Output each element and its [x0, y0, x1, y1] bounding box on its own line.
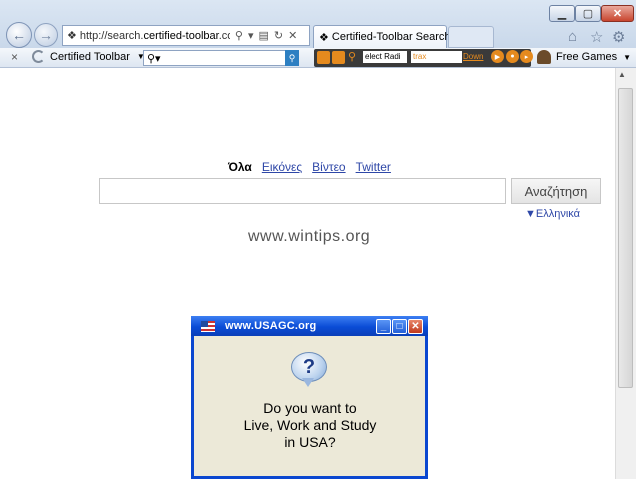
- site-icon: ❖: [67, 30, 77, 42]
- radio-download-link[interactable]: Down: [463, 51, 483, 63]
- scroll-up-icon[interactable]: ▲: [618, 70, 626, 79]
- search-icon[interactable]: ⚲: [235, 29, 243, 42]
- certified-logo-icon: [32, 50, 45, 63]
- scrollbar-thumb[interactable]: [618, 88, 633, 388]
- popup-message: Do you want to Live, Work and Study in U…: [228, 400, 392, 451]
- popup-window: [191, 316, 428, 479]
- toolbar-search-input[interactable]: ⚲▾: [143, 50, 298, 66]
- next-icon[interactable]: ▸: [520, 50, 533, 63]
- popup-message-line: in USA?: [284, 434, 336, 450]
- tab-twitter[interactable]: Twitter: [356, 160, 391, 174]
- compat-icon[interactable]: ▤: [258, 29, 268, 42]
- address-url[interactable]: http://search.certified-toolbar.com/?si: [80, 30, 230, 42]
- search-input[interactable]: [99, 178, 506, 204]
- refresh-icon[interactable]: ↻: [274, 29, 283, 42]
- search-button[interactable]: Αναζήτηση: [511, 178, 601, 204]
- maximize-button[interactable]: ▢: [575, 5, 601, 22]
- usa-flag-icon: [201, 320, 215, 332]
- radio-logo-icon[interactable]: [317, 51, 330, 64]
- back-button[interactable]: ←: [6, 22, 32, 48]
- question-bubble-tail: [302, 378, 314, 387]
- free-games-menu[interactable]: Free Games ▼: [537, 50, 631, 64]
- record-icon[interactable]: ●: [506, 50, 519, 63]
- gear-icon[interactable]: ⚙: [612, 28, 625, 46]
- radio-search-icon[interactable]: ⚲: [348, 50, 361, 63]
- home-icon[interactable]: ⌂: [568, 28, 577, 45]
- radio-trax-field[interactable]: trax: [411, 51, 462, 63]
- forward-button[interactable]: →: [34, 23, 58, 47]
- toolbar-brand-menu[interactable]: Certified Toolbar ▼: [32, 50, 145, 63]
- tab-site-icon: ❖: [319, 31, 332, 44]
- search-tabs: Όλα Εικόνες Βίντεο Twitter: [228, 160, 391, 174]
- address-bar[interactable]: ❖ http://search.certified-toolbar.com/?s…: [62, 25, 310, 46]
- download-icon[interactable]: [332, 51, 345, 64]
- close-window-button[interactable]: ✕: [601, 5, 634, 22]
- popup-message-line: Do you want to: [263, 400, 357, 416]
- toolbar-close-icon[interactable]: ×: [11, 50, 18, 64]
- new-tab-button[interactable]: [448, 26, 494, 48]
- tab-all[interactable]: Όλα: [228, 160, 252, 174]
- stop-icon[interactable]: ✕: [288, 29, 297, 42]
- favorites-icon[interactable]: ☆: [590, 28, 603, 46]
- popup-message-line: Live, Work and Study: [243, 417, 377, 433]
- browser-window: ▁ ▢ ✕ ← → ❖ http://search.certified-tool…: [0, 0, 636, 479]
- chevron-down-icon: ▼: [623, 52, 632, 62]
- tab-certified-toolbar[interactable]: ❖ Certified-Toolbar Search ×: [313, 25, 457, 48]
- popup-maximize-button[interactable]: □: [392, 319, 407, 334]
- minimize-button[interactable]: ▁: [549, 5, 575, 22]
- popup-minimize-button[interactable]: _: [376, 319, 391, 334]
- tab-videos[interactable]: Βίντεο: [312, 160, 345, 174]
- radio-station-select[interactable]: elect Radi: [363, 51, 407, 63]
- tab-images[interactable]: Εικόνες: [262, 160, 302, 174]
- language-selector[interactable]: ▼Ελληνικά: [525, 208, 580, 220]
- magnifier-icon: ⚲▾: [147, 52, 161, 65]
- games-icon: [537, 50, 551, 64]
- popup-close-button[interactable]: ✕: [408, 319, 423, 334]
- play-icon[interactable]: ▶: [491, 50, 504, 63]
- dropdown-icon[interactable]: ▾: [248, 29, 254, 42]
- watermark: www.wintips.org: [248, 228, 371, 245]
- toolbar-search-go-button[interactable]: ⚲: [285, 50, 299, 66]
